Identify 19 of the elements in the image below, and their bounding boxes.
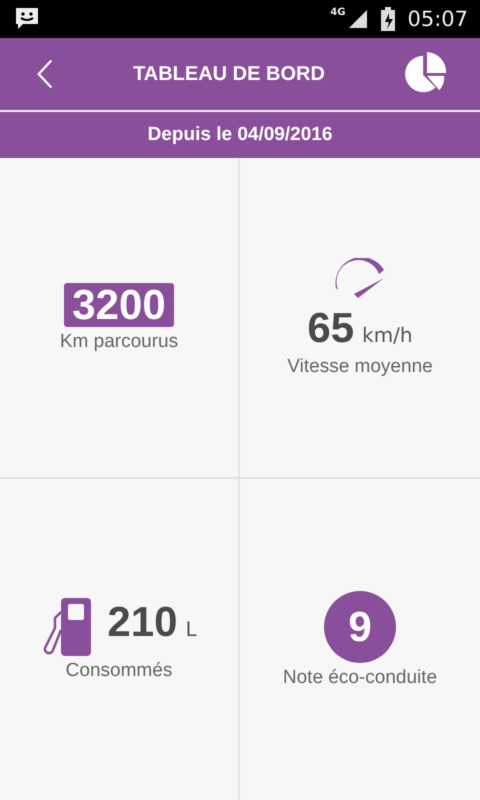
unit-label: km/h: [362, 322, 413, 346]
stat-value: 65: [307, 304, 354, 352]
network-label: 4G: [330, 7, 346, 18]
chat-icon: [14, 7, 40, 31]
screen-title: TABLEAU DE BORD: [133, 62, 325, 86]
unit-label: L: [185, 616, 197, 640]
fuel-pump-icon: [41, 598, 92, 656]
period-label: Depuis le 04/09/2016: [148, 124, 332, 146]
stat-label: Note éco-conduite: [282, 666, 438, 688]
distance-value: 3200: [64, 282, 174, 326]
clock-time: 05:07: [407, 7, 468, 31]
stat-label: Km parcourus: [60, 330, 178, 352]
back-button[interactable]: [36, 58, 54, 90]
signal-icon: [349, 9, 368, 29]
score-value: 9: [324, 590, 396, 662]
battery-icon: [381, 7, 396, 31]
stat-label: Vitesse moyenne: [287, 356, 433, 378]
stat-label: Consommés: [66, 660, 172, 682]
stat-value: 210: [107, 598, 178, 646]
